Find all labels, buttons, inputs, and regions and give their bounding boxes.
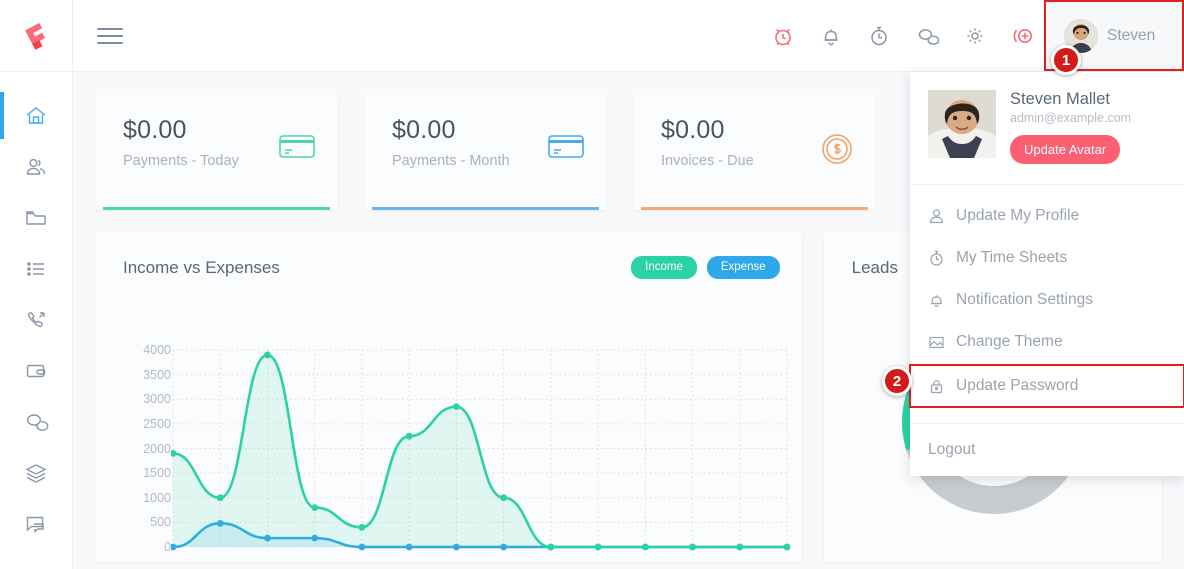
- comment-icon: [23, 511, 49, 537]
- alarm-clock-icon[interactable]: [770, 23, 796, 49]
- stat-card[interactable]: $0.00 Payments - Month: [364, 94, 607, 210]
- dropdown-item-list: Update My Profile My Time Sheets Notific…: [910, 185, 1184, 415]
- bell-icon: [928, 292, 945, 309]
- wallet-icon: [23, 358, 49, 384]
- step-badge-2: 2: [882, 366, 912, 396]
- avatar-image: [928, 90, 996, 158]
- sidebar-item-customers[interactable]: [0, 141, 73, 192]
- chart-y-axis: 05001000150020002500300035004000: [123, 342, 171, 547]
- user-icon: [928, 208, 945, 225]
- lock-icon: [928, 378, 945, 395]
- chart-legend: Income Expense: [631, 256, 779, 279]
- stat-accent-bar: [641, 207, 868, 210]
- layers-icon: [23, 460, 49, 486]
- dropdown-user-header: Steven Mallet admin@example.com Update A…: [910, 72, 1184, 185]
- top-bar: Steven: [0, 0, 1184, 72]
- dropdown-item-time-sheets[interactable]: My Time Sheets: [910, 237, 1184, 279]
- folder-icon: [23, 205, 49, 231]
- dropdown-item-notification-settings[interactable]: Notification Settings: [910, 279, 1184, 321]
- credit-card-icon: [278, 132, 316, 165]
- chart-plot: 0 500 1000 1500 2000 2500 3000 3500 4000: [123, 342, 795, 562]
- dropdown-item-change-theme[interactable]: Change Theme: [910, 321, 1184, 363]
- gear-icon[interactable]: [962, 23, 988, 49]
- sidebar: [0, 72, 73, 569]
- dropdown-user-email: admin@example.com: [1010, 111, 1131, 125]
- dropdown-item-label: My Time Sheets: [956, 249, 1067, 267]
- sidebar-item-list[interactable]: [0, 243, 73, 294]
- income-expenses-panel: Income vs Expenses Income Expense 0 0500…: [95, 232, 802, 562]
- bell-icon[interactable]: [818, 23, 844, 49]
- dropdown-item-label: Change Theme: [956, 333, 1063, 351]
- chart-y-tick: 3500: [143, 368, 171, 382]
- dropdown-item-label: Update Password: [956, 377, 1078, 395]
- coin-dollar-icon: [820, 132, 854, 171]
- chart-y-tick: 1000: [143, 491, 171, 505]
- menu-toggle[interactable]: [97, 28, 123, 44]
- sidebar-item-messages[interactable]: [0, 396, 73, 447]
- hamburger-icon: [97, 42, 123, 44]
- dropdown-item-label: Update My Profile: [956, 207, 1079, 225]
- user-dropdown-menu: Steven Mallet admin@example.com Update A…: [910, 72, 1184, 476]
- legend-expense[interactable]: Expense: [707, 256, 780, 279]
- update-avatar-button[interactable]: Update Avatar: [1010, 135, 1120, 164]
- dropdown-item-label: Notification Settings: [956, 291, 1093, 309]
- logout-button[interactable]: Logout: [910, 424, 1184, 476]
- logo-icon: [19, 19, 53, 53]
- dropdown-item-update-password[interactable]: Update Password: [910, 365, 1184, 407]
- chart-canvas: [171, 342, 795, 557]
- image-icon: [928, 334, 945, 351]
- dropdown-item-update-profile[interactable]: Update My Profile: [910, 195, 1184, 237]
- add-circle-icon[interactable]: [1010, 23, 1036, 49]
- sidebar-item-home[interactable]: [0, 90, 73, 141]
- call-icon: [23, 307, 49, 333]
- app-logo[interactable]: [0, 0, 73, 72]
- chat-icon[interactable]: [914, 23, 940, 49]
- customers-icon: [23, 154, 49, 180]
- stopwatch-icon[interactable]: [866, 23, 892, 49]
- sidebar-item-files[interactable]: [0, 192, 73, 243]
- dropdown-user-info: Steven Mallet admin@example.com Update A…: [1010, 90, 1131, 164]
- chart-y-tick: 1500: [143, 466, 171, 480]
- chart-y-tick: 4000: [143, 343, 171, 357]
- top-icon-group: [770, 23, 1044, 49]
- stopwatch-icon: [928, 250, 945, 267]
- chart-y-tick: 500: [150, 515, 171, 529]
- hamburger-icon: [97, 35, 123, 37]
- user-name-label: Steven: [1107, 27, 1155, 45]
- sidebar-item-wallet[interactable]: [0, 345, 73, 396]
- chart-y-tick: 3000: [143, 392, 171, 406]
- stat-card[interactable]: $0.00 Invoices - Due: [633, 94, 876, 210]
- credit-card-icon: [547, 132, 585, 165]
- dropdown-avatar: [928, 90, 996, 158]
- stat-card[interactable]: $0.00 Payments - Today: [95, 94, 338, 210]
- dropdown-user-name: Steven Mallet: [1010, 90, 1131, 109]
- step-badge-1: 1: [1051, 45, 1081, 75]
- chart-y-tick: 0: [164, 540, 171, 554]
- stat-accent-bar: [103, 207, 330, 210]
- stat-accent-bar: [372, 207, 599, 210]
- chat-bubbles-icon: [23, 409, 49, 435]
- sidebar-item-comments[interactable]: [0, 498, 73, 549]
- list-icon: [23, 256, 49, 282]
- chart-y-tick: 2500: [143, 417, 171, 431]
- legend-income[interactable]: Income: [631, 256, 697, 279]
- sidebar-item-layers[interactable]: [0, 447, 73, 498]
- sidebar-item-calls[interactable]: [0, 294, 73, 345]
- app-root: Steven: [0, 0, 1184, 569]
- chart-y-tick: 2000: [143, 442, 171, 456]
- hamburger-icon: [97, 28, 123, 30]
- home-icon: [23, 103, 49, 129]
